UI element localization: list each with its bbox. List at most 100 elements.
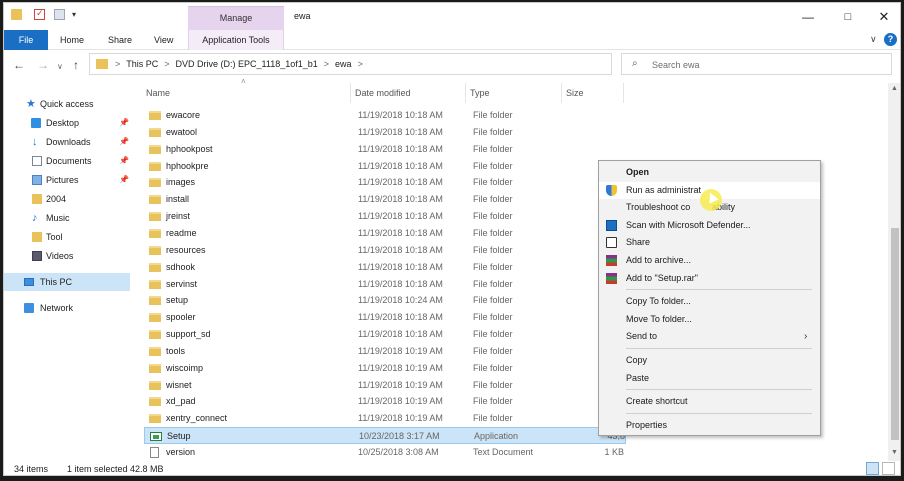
nav-music[interactable]: ♪ Music: [4, 209, 130, 227]
file-row[interactable]: Setup 10/23/2018 3:17 AM Application 43,8: [144, 427, 626, 445]
breadcrumb-separator[interactable]: >: [324, 59, 329, 69]
scroll-down-icon[interactable]: ▼: [891, 449, 898, 456]
minimize-button[interactable]: —: [789, 8, 827, 26]
file-row[interactable]: spooler 11/19/2018 10:18 AM File folder: [144, 309, 626, 326]
nav-videos[interactable]: Videos: [4, 247, 130, 265]
recent-locations-button[interactable]: ∨: [57, 62, 63, 71]
menu-item-paste[interactable]: Paste: [599, 370, 820, 387]
file-row[interactable]: hphookpost 11/19/2018 10:18 AM File folder: [144, 141, 626, 158]
nav-this-pc[interactable]: This PC: [4, 273, 130, 291]
menu-item-move-to-folder[interactable]: Move To folder...: [599, 311, 820, 328]
tab-view[interactable]: View: [154, 30, 173, 50]
nav-desktop[interactable]: Desktop 📌: [4, 114, 130, 132]
search-box[interactable]: ⌕ Search ewa: [621, 53, 892, 75]
file-explorer-window: ▾ Manage ewa — □ ✕ File Home Share View …: [3, 2, 901, 476]
file-row[interactable]: wisnet 11/19/2018 10:19 AM File folder: [144, 377, 626, 394]
details-view-button[interactable]: [866, 462, 879, 475]
maximize-button[interactable]: □: [829, 8, 867, 26]
tab-home[interactable]: Home: [60, 30, 84, 50]
menu-item-add-to-setup-rar[interactable]: Add to "Setup.rar": [599, 270, 820, 287]
nav-2004[interactable]: 2004: [4, 190, 130, 208]
file-row[interactable]: jreinst 11/19/2018 10:18 AM File folder: [144, 208, 626, 225]
file-row[interactable]: wiscoimp 11/19/2018 10:19 AM File folder: [144, 360, 626, 377]
nav-tool[interactable]: Tool: [4, 228, 130, 246]
forward-button[interactable]: →: [37, 58, 49, 72]
file-row[interactable]: ewatool 11/19/2018 10:18 AM File folder: [144, 124, 626, 141]
file-row[interactable]: images 11/19/2018 10:18 AM File folder: [144, 174, 626, 191]
up-button[interactable]: ↑: [73, 58, 79, 72]
nav-pictures[interactable]: Pictures 📌: [4, 171, 130, 189]
file-type: File folder: [473, 143, 513, 154]
properties-icon[interactable]: [34, 8, 45, 20]
sort-arrow-icon: ˄: [241, 77, 246, 86]
file-row[interactable]: ewacore 11/19/2018 10:18 AM File folder: [144, 107, 626, 124]
menu-item-create-shortcut[interactable]: Create shortcut: [599, 393, 820, 410]
scroll-thumb[interactable]: [891, 228, 899, 440]
defender-icon: [606, 219, 617, 231]
menu-item-open[interactable]: Open: [599, 164, 820, 181]
column-divider[interactable]: [623, 83, 624, 103]
customize-quick-access-icon[interactable]: ▾: [72, 10, 83, 21]
file-type: File folder: [473, 379, 513, 390]
menu-item-label: Copy To folder...: [626, 296, 691, 307]
menu-item-add-to-archive[interactable]: Add to archive...: [599, 252, 820, 269]
folder-icon: [149, 144, 161, 154]
file-row[interactable]: support_sd 11/19/2018 10:18 AM File folder: [144, 326, 626, 343]
column-divider[interactable]: [465, 83, 466, 103]
file-row[interactable]: version 10/25/2018 3:08 AM Text Document 1 …: [144, 444, 626, 461]
menu-item-copy[interactable]: Copy: [599, 352, 820, 369]
pin-icon[interactable]: 📌: [119, 114, 129, 132]
column-header-size[interactable]: Size: [566, 83, 584, 103]
tab-file[interactable]: File: [4, 30, 48, 50]
help-icon[interactable]: ?: [884, 33, 897, 46]
nav-label: Quick access: [40, 99, 94, 109]
file-row[interactable]: resources 11/19/2018 10:18 AM File folder: [144, 242, 626, 259]
file-row[interactable]: xd_pad 11/19/2018 10:19 AM File folder: [144, 393, 626, 410]
nav-documents[interactable]: Documents 📌: [4, 152, 130, 170]
file-row[interactable]: install 11/19/2018 10:18 AM File folder: [144, 191, 626, 208]
column-header-name[interactable]: Name: [146, 83, 170, 103]
column-divider[interactable]: [350, 83, 351, 103]
column-header-date[interactable]: Date modified: [355, 83, 411, 103]
expand-ribbon-icon[interactable]: ∨: [870, 34, 877, 45]
file-row[interactable]: servinst 11/19/2018 10:18 AM File folder: [144, 276, 626, 293]
address-bar[interactable]: > This PC > DVD Drive (D:) EPC_1118_1of1_b1…: [89, 53, 692, 75]
column-header-type[interactable]: Type: [470, 83, 490, 103]
menu-item-send-to[interactable]: Send to ›: [599, 328, 820, 345]
breadcrumb-ewa[interactable]: ewa: [335, 59, 352, 69]
breadcrumb-dvd-drive[interactable]: DVD Drive (D:) EPC_1118_1of1_b1: [176, 59, 318, 69]
nav-downloads[interactable]: ↓ Downloads 📌: [4, 133, 130, 151]
file-row[interactable]: sdhook 11/19/2018 10:18 AM File folder: [144, 259, 626, 276]
nav-quick-access[interactable]: ★ Quick access: [4, 95, 130, 113]
breadcrumb-separator[interactable]: >: [164, 59, 169, 69]
file-row[interactable]: tools 11/19/2018 10:19 AM File folder: [144, 343, 626, 360]
file-row[interactable]: readme 11/19/2018 10:18 AM File folder: [144, 225, 626, 242]
file-row[interactable]: hphookpre 11/19/2018 10:18 AM File folder: [144, 158, 626, 175]
nav-network[interactable]: Network: [4, 299, 130, 317]
file-row[interactable]: xentry_connect 11/19/2018 10:19 AM File fo…: [144, 410, 626, 427]
menu-item-share[interactable]: Share: [599, 234, 820, 251]
file-row[interactable]: setup 11/19/2018 10:24 AM File folder: [144, 292, 626, 309]
back-button[interactable]: ←: [13, 58, 25, 72]
large-icons-view-button[interactable]: [882, 462, 895, 475]
search-input[interactable]: Search ewa: [652, 60, 700, 70]
pin-icon[interactable]: 📌: [119, 133, 129, 151]
tab-application-tools[interactable]: Application Tools: [188, 30, 284, 50]
pin-icon[interactable]: 📌: [119, 171, 129, 189]
breadcrumb-this-pc[interactable]: This PC: [126, 59, 158, 69]
pin-icon[interactable]: 📌: [119, 152, 129, 170]
menu-item-properties[interactable]: Properties: [599, 417, 820, 434]
breadcrumb-separator[interactable]: >: [115, 59, 120, 69]
menu-item-scan-with-microsoft-defender[interactable]: Scan with Microsoft Defender...: [599, 217, 820, 234]
folder-icon: [149, 330, 161, 340]
scroll-up-icon[interactable]: ▲: [891, 85, 898, 92]
new-folder-icon[interactable]: [54, 9, 65, 20]
breadcrumb-separator[interactable]: >: [358, 59, 363, 69]
tab-share[interactable]: Share: [108, 30, 132, 50]
close-button[interactable]: ✕: [865, 8, 900, 26]
menu-item-copy-to-folder[interactable]: Copy To folder...: [599, 293, 820, 310]
vertical-scrollbar[interactable]: ▲ ▼: [888, 83, 900, 461]
folder-icon: [149, 262, 161, 272]
column-divider[interactable]: [561, 83, 562, 103]
folder-icon[interactable]: [11, 9, 22, 20]
